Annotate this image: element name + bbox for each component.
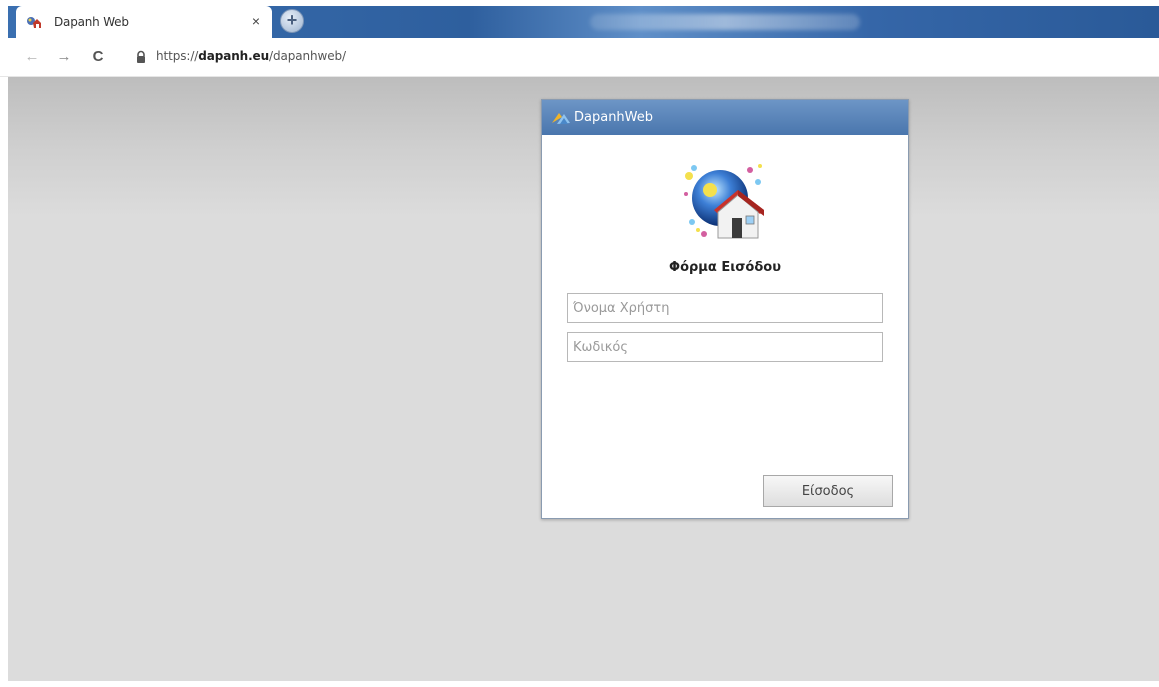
dapanh-favicon-icon	[26, 15, 42, 29]
new-tab-button[interactable]: +	[280, 9, 304, 33]
forward-arrow-icon[interactable]: →	[54, 47, 74, 67]
back-arrow-icon[interactable]: ←	[22, 47, 42, 67]
tab-close-icon[interactable]: ×	[248, 13, 264, 29]
login-panel: DapanhWeb Φόρμα Εισόδου Όνομα Χρήστη Είσ…	[541, 99, 909, 519]
address-bar-url[interactable]: https://dapanh.eu/dapanhweb/	[156, 49, 346, 63]
username-input[interactable]	[567, 293, 883, 323]
tab-title: Dapanh Web	[54, 15, 129, 29]
tab-strip: Dapanh Web × +	[0, 0, 1159, 38]
login-button[interactable]: Είσοδος	[763, 475, 893, 507]
login-panel-header: DapanhWeb	[542, 100, 908, 135]
browser-toolbar: ← → C https://dapanh.eu/dapanhweb/	[0, 38, 1159, 77]
globe-house-logo-icon	[680, 160, 772, 244]
url-path: /dapanhweb/	[269, 49, 346, 63]
lock-icon[interactable]	[134, 50, 148, 64]
login-form-title: Φόρμα Εισόδου	[669, 260, 781, 275]
reload-icon[interactable]: C	[88, 47, 108, 67]
password-input[interactable]	[567, 332, 883, 362]
tab-dapanh-web[interactable]: Dapanh Web ×	[16, 6, 272, 38]
url-scheme: https://	[156, 49, 199, 63]
blurred-window-title	[590, 14, 860, 30]
dapanh-logo-icon	[551, 110, 571, 126]
browser-window: Dapanh Web × + ← → C https://dapanh.eu/d…	[0, 0, 1159, 687]
url-host: dapanh.eu	[198, 49, 270, 63]
bottom-edge	[0, 681, 1159, 687]
login-panel-title: DapanhWeb	[574, 110, 654, 125]
